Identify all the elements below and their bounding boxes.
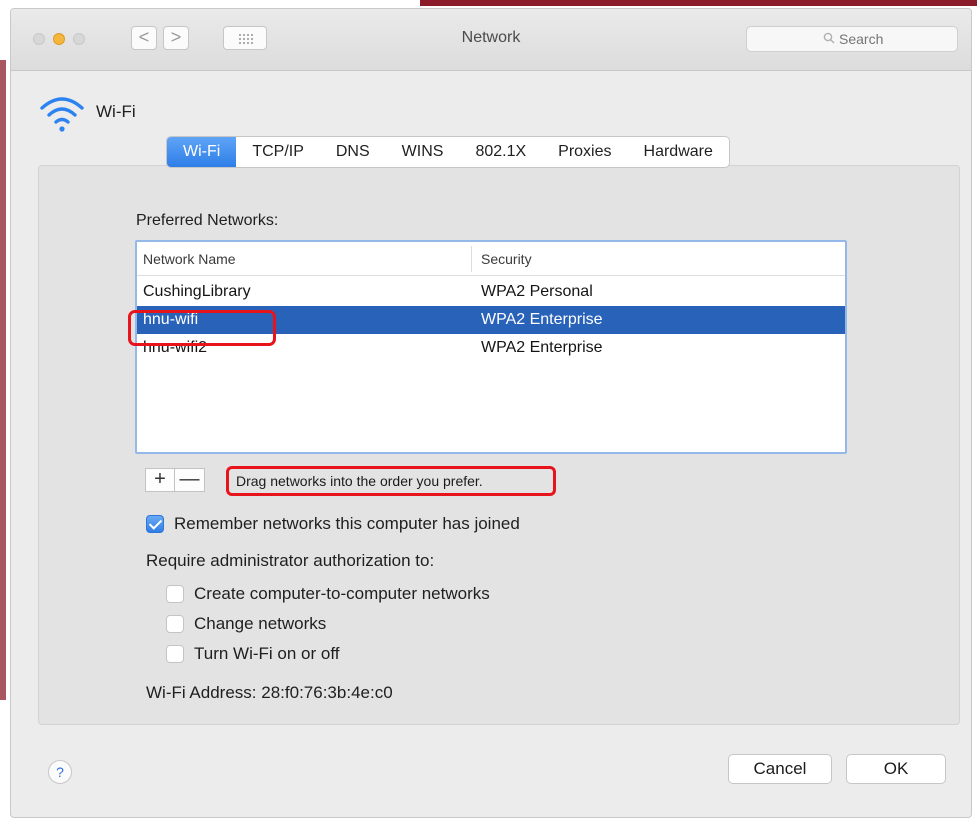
frame-accent-bar [420,0,977,6]
search-icon [823,32,835,44]
help-button[interactable]: ? [48,760,72,784]
add-network-button[interactable]: + [145,468,175,492]
search-field[interactable] [746,26,958,52]
remember-networks-checkbox[interactable] [146,515,164,533]
ok-button[interactable]: OK [846,754,946,784]
tab-wifi[interactable]: Wi-Fi [167,137,237,167]
security-cell: WPA2 Personal [481,283,593,300]
network-name-cell: CushingLibrary [143,283,251,300]
remember-networks-label: Remember networks this computer has join… [174,514,520,533]
security-cell: WPA2 Enterprise [481,311,603,328]
annotation-highlight-network [128,310,276,346]
change-networks-checkbox[interactable] [166,615,184,633]
tab-dns[interactable]: DNS [320,137,386,167]
remember-networks-option[interactable]: Remember networks this computer has join… [146,514,520,534]
tab-hardware[interactable]: Hardware [628,137,729,167]
column-header-security[interactable]: Security [481,251,532,267]
preferred-networks-table[interactable]: Network Name Security CushingLibrary WPA… [135,240,847,454]
wifi-address-value: 28:f0:76:3b:4e:c0 [261,683,393,702]
toggle-wifi-checkbox[interactable] [166,645,184,663]
wifi-address: Wi-Fi Address: 28:f0:76:3b:4e:c0 [146,683,393,703]
create-networks-checkbox[interactable] [166,585,184,603]
frame-left-edge [0,60,6,700]
create-networks-label: Create computer-to-computer networks [194,584,490,603]
wifi-address-label: Wi-Fi Address: [146,683,257,702]
add-remove-controls: + — [145,468,205,494]
cancel-button[interactable]: Cancel [728,754,832,784]
remove-network-button[interactable]: — [175,468,205,492]
tab-8021x[interactable]: 802.1X [459,137,542,167]
change-networks-label: Change networks [194,614,327,633]
toggle-wifi-option[interactable]: Turn Wi-Fi on or off [166,644,339,664]
search-input[interactable] [839,31,949,47]
column-divider [471,246,472,272]
change-networks-option[interactable]: Change networks [166,614,326,634]
tab-proxies[interactable]: Proxies [542,137,627,167]
tab-wins[interactable]: WINS [386,137,460,167]
service-name: Wi-Fi [96,102,136,121]
table-row[interactable]: CushingLibrary WPA2 Personal [137,278,845,306]
preferred-networks-label: Preferred Networks: [136,212,279,229]
column-header-network-name[interactable]: Network Name [143,251,236,267]
wifi-icon [40,97,84,132]
require-admin-label: Require administrator authorization to: [146,551,435,570]
security-cell: WPA2 Enterprise [481,339,603,356]
create-networks-option[interactable]: Create computer-to-computer networks [166,584,490,604]
titlebar: < > Network [11,9,971,71]
tab-tcpip[interactable]: TCP/IP [236,137,320,167]
annotation-highlight-hint [226,466,556,496]
table-header: Network Name Security [137,242,845,276]
toggle-wifi-label: Turn Wi-Fi on or off [194,644,340,663]
tab-bar: Wi-Fi TCP/IP DNS WINS 802.1X Proxies Har… [166,136,730,168]
